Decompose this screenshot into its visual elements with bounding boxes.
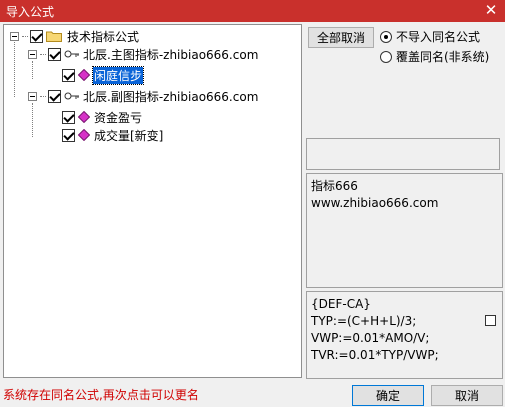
tree-node-label: 北辰.主图指标-zhibiao666.com [83,47,259,62]
formula-tree[interactable]: 技术指标公式 北辰.主图指标-zhibiao666.com 闲庭信步 北辰.副图… [3,24,302,378]
tree-item[interactable]: 资金盈亏 [62,108,143,126]
empty-panel [306,138,500,170]
radio-overwrite[interactable]: 覆盖同名(非系统) [380,48,489,65]
tree-node-root[interactable]: 技术指标公式 [10,27,140,45]
tree-node-label: 北辰.副图指标-zhibiao666.com [83,89,259,104]
folder-icon [46,31,62,42]
formula-gem-icon [78,111,90,123]
formula-code-text: {DEF-CA} TYP:=(C+H+L)/3; VWP:=0.01*AMO/V… [311,297,439,362]
tree-connector [40,95,46,97]
tree-item[interactable]: 成交量[新变] [62,126,164,144]
code-panel-checkbox[interactable] [485,315,496,326]
tree-node-group-main[interactable]: 北辰.主图指标-zhibiao666.com [28,45,259,63]
item-checkbox[interactable] [62,128,75,142]
root-checkbox[interactable] [30,29,43,43]
tree-node-label: 闲庭信步 [91,65,145,85]
collapse-icon[interactable] [28,49,37,59]
tree-connector [22,35,28,37]
close-icon[interactable]: ✕ [483,1,499,19]
radio-button[interactable] [380,30,392,43]
tree-connector [32,61,33,79]
group-checkbox[interactable] [48,89,61,103]
tree-node-label: 成交量[新变] [94,128,164,143]
group-checkbox[interactable] [48,47,61,61]
item-checkbox[interactable] [62,110,75,124]
info-text: 指标666 www.zhibiao666.com [311,179,439,210]
tree-connector [32,103,33,137]
formula-gem-icon [78,129,90,141]
radio-label: 覆盖同名(非系统) [396,50,490,64]
window-title: 导入公式 [6,5,55,19]
code-panel: {DEF-CA} TYP:=(C+H+L)/3; VWP:=0.01*AMO/V… [306,291,503,379]
item-checkbox[interactable] [62,68,75,82]
title-bar: 导入公式 ✕ [0,0,505,22]
tree-connector [14,40,15,97]
formula-gem-icon [78,69,90,81]
tree-item[interactable]: 闲庭信步 [62,65,145,85]
tree-node-label: 资金盈亏 [94,110,143,125]
radio-label: 不导入同名公式 [396,30,481,44]
tree-node-label: 技术指标公式 [67,29,140,44]
cancel-all-button[interactable]: 全部取消 [308,27,374,48]
info-panel: 指标666 www.zhibiao666.com [306,173,503,288]
tree-node-group-sub[interactable]: 北辰.副图指标-zhibiao666.com [28,87,259,105]
ok-button[interactable]: 确定 [352,385,424,406]
key-icon [64,92,79,100]
tree-connector [40,53,46,55]
cancel-button[interactable]: 取消 [431,385,503,406]
radio-button[interactable] [380,50,392,63]
collapse-icon[interactable] [28,91,37,101]
key-icon [64,50,79,58]
radio-no-import[interactable]: 不导入同名公式 [380,28,480,45]
status-message: 系统存在同名公式,再次点击可以更名 [3,388,199,402]
collapse-icon[interactable] [10,31,19,41]
